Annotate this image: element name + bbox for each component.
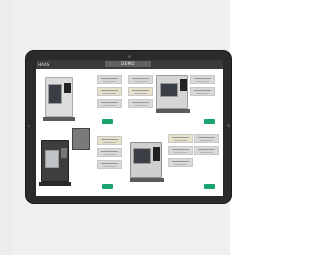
select-button[interactable] (102, 119, 113, 124)
select-button[interactable] (204, 184, 215, 189)
machine-card-4[interactable] (130, 132, 223, 196)
tablet-screen: HAAS DEMO (36, 60, 223, 196)
spec-field (97, 148, 122, 157)
spec-field (190, 75, 215, 84)
machine-image-lathe[interactable] (130, 142, 166, 182)
machine-card-1[interactable] (36, 69, 130, 132)
select-button[interactable] (102, 184, 113, 189)
home-button[interactable] (227, 124, 230, 127)
app-title: DEMO (105, 61, 151, 67)
control-panel-image (72, 128, 90, 150)
spec-field (168, 134, 193, 143)
spec-field (128, 75, 153, 84)
camera-icon (128, 55, 131, 58)
machine-image-enclosed-mill[interactable] (156, 75, 192, 113)
app-header: HAAS DEMO (36, 60, 223, 69)
brand-logo: HAAS (38, 62, 50, 67)
machine-card-2[interactable] (128, 69, 223, 132)
machine-image-vertical-mill[interactable] (39, 77, 79, 121)
spec-field (168, 146, 193, 155)
spec-field (190, 87, 215, 96)
machine-card-3[interactable] (36, 128, 130, 196)
spec-field (128, 99, 153, 108)
spec-field (97, 99, 122, 108)
spec-field (194, 146, 219, 155)
spec-field (194, 134, 219, 143)
spec-field (97, 160, 122, 169)
spec-field (97, 87, 122, 96)
spec-field (97, 136, 122, 145)
spec-field (97, 75, 122, 84)
sensor-icon (28, 125, 30, 127)
select-button[interactable] (204, 119, 215, 124)
spec-field (168, 158, 193, 167)
left-margin (0, 0, 11, 255)
tablet-device: HAAS DEMO (25, 50, 232, 204)
spec-field (128, 87, 153, 96)
